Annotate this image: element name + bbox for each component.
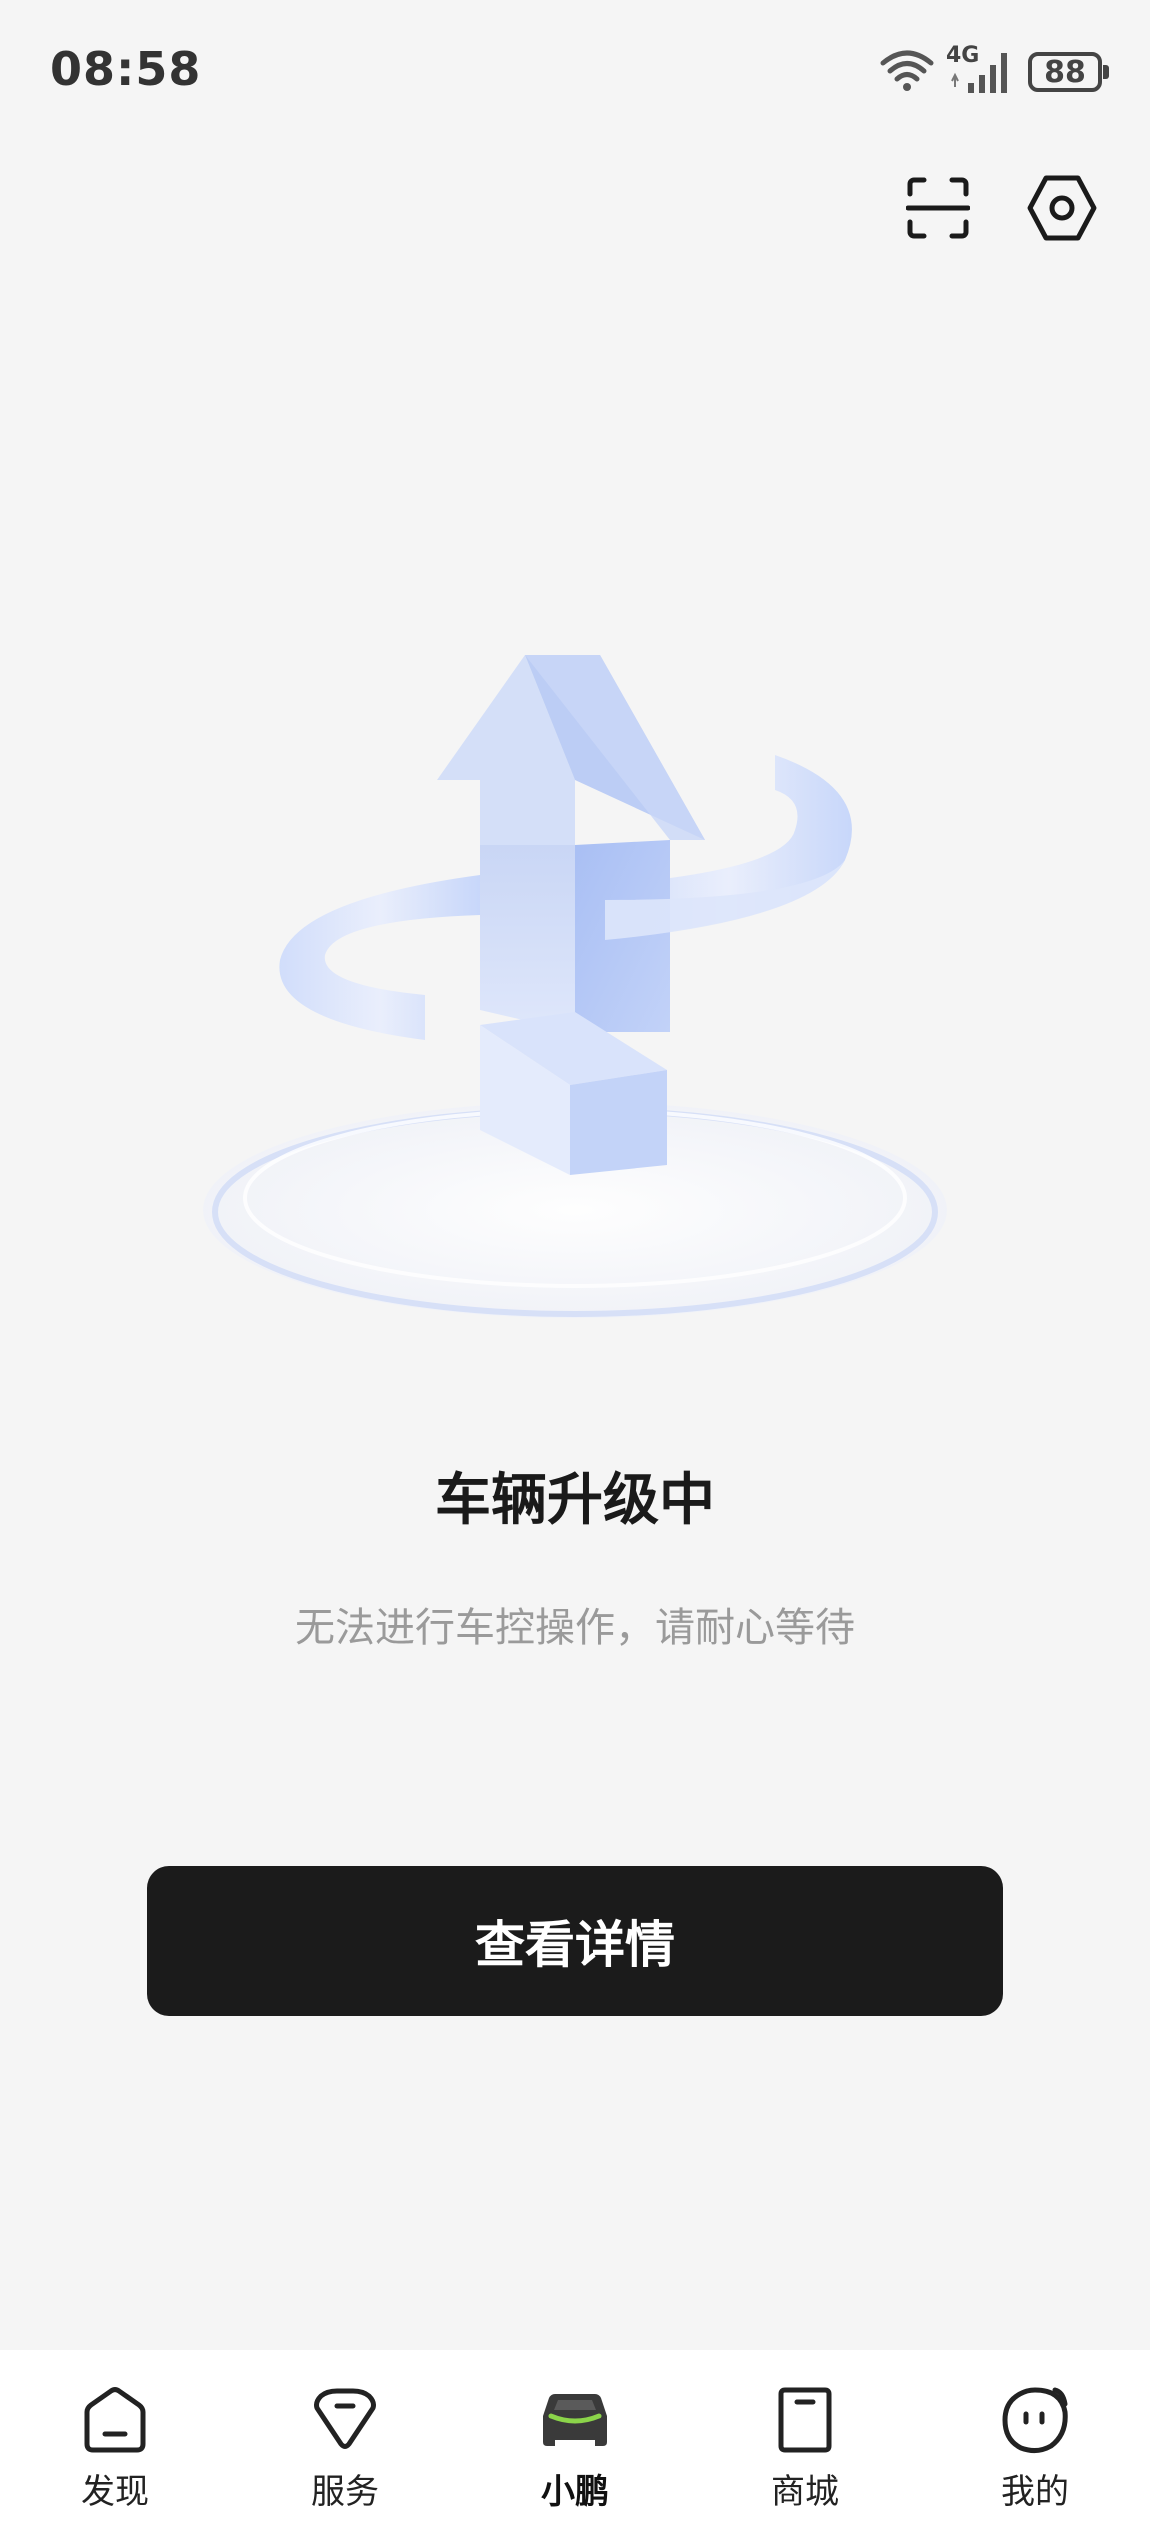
upgrade-illustration <box>175 600 975 1380</box>
status-bar: 08:58 4G 88 <box>0 0 1150 140</box>
signal-icon: 4G <box>946 43 1016 97</box>
tab-label: 小鹏 <box>541 2472 609 2512</box>
tab-label: 我的 <box>1001 2472 1069 2512</box>
tab-service[interactable]: 服务 <box>230 2350 460 2542</box>
service-icon <box>314 2388 376 2449</box>
view-details-button[interactable]: 查看详情 <box>147 1866 1003 2016</box>
tab-discover[interactable]: 发现 <box>0 2350 230 2542</box>
settings-icon <box>1027 175 1097 241</box>
scan-button[interactable] <box>900 170 976 246</box>
wifi-icon <box>880 48 934 96</box>
discover-icon <box>84 2387 146 2453</box>
tab-xpeng[interactable]: 小鹏 <box>460 2350 690 2542</box>
upgrade-title: 车辆升级中 <box>435 1468 715 1533</box>
tab-shop[interactable]: 商城 <box>690 2350 920 2542</box>
settings-button[interactable] <box>1024 170 1100 246</box>
status-time: 08:58 <box>50 42 202 96</box>
bottom-tab-bar: 发现 服务 小鹏 商城 我的 <box>0 2350 1150 2542</box>
profile-icon <box>1002 2387 1068 2454</box>
upgrade-subtitle: 无法进行车控操作，请耐心等待 <box>295 1605 855 1651</box>
tab-label: 服务 <box>311 2472 379 2512</box>
car-icon <box>543 2394 607 2446</box>
battery-icon: 88 <box>1028 52 1109 92</box>
tab-profile[interactable]: 我的 <box>920 2350 1150 2542</box>
status-icons: 4G 88 <box>880 43 1109 98</box>
scan-icon <box>906 177 970 239</box>
tab-label: 商城 <box>771 2472 839 2512</box>
tab-label: 发现 <box>81 2472 149 2512</box>
battery-level: 88 <box>1044 54 1086 90</box>
shop-icon <box>778 2387 832 2453</box>
